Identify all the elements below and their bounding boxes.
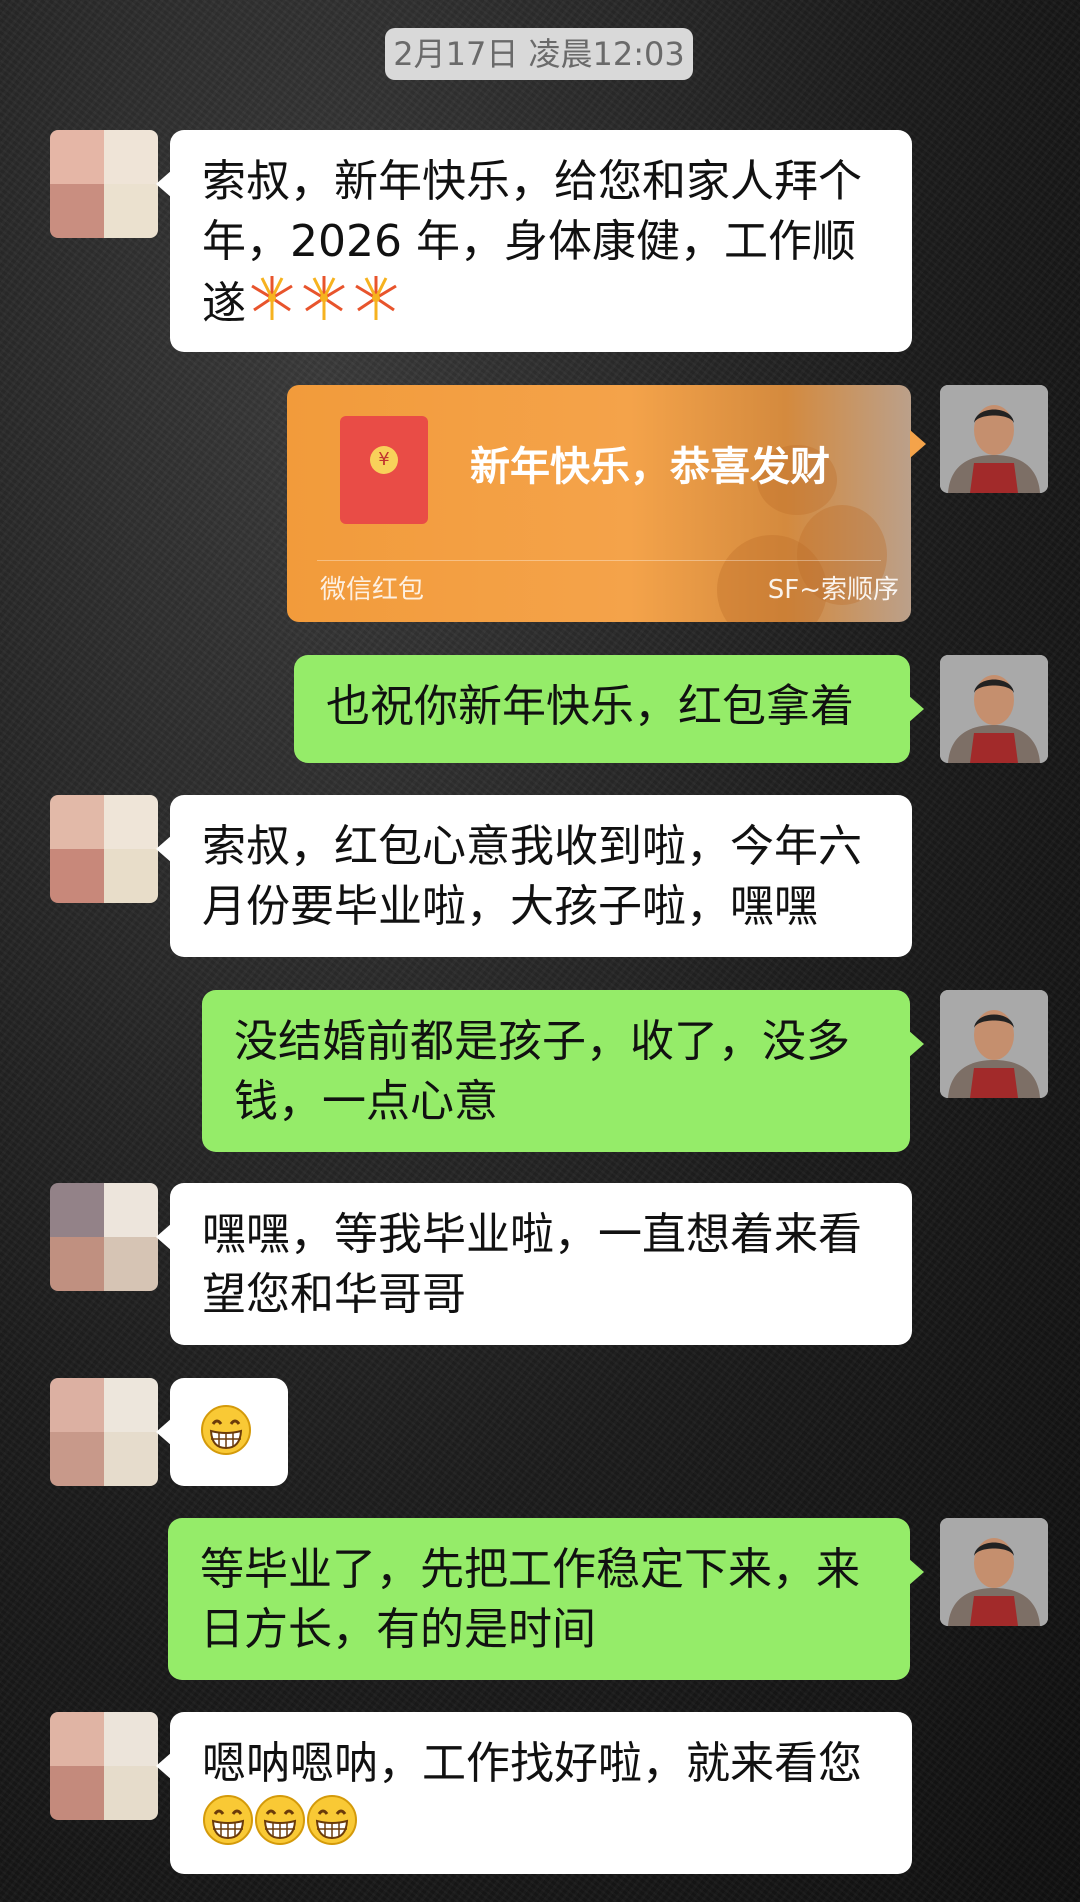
red-envelope-icon: ¥ bbox=[340, 416, 428, 524]
red-packet-divider bbox=[317, 560, 881, 561]
message-bubble-outgoing[interactable]: 等毕业了，先把工作稳定下来，来 日方长，有的是时间 bbox=[168, 1518, 924, 1680]
contact-avatar[interactable] bbox=[50, 130, 158, 238]
red-packet-title: 新年快乐，恭喜发财 bbox=[470, 444, 830, 490]
red-packet-sender: SF~索顺序 bbox=[767, 575, 899, 605]
grin-icon bbox=[203, 1795, 253, 1845]
avatar-photo bbox=[940, 990, 1048, 1098]
message-line: 索叔，红包心意我收到啦，今年六 bbox=[202, 821, 862, 872]
grin-icon bbox=[255, 1795, 305, 1845]
message-line: 望您和华哥哥 bbox=[202, 1269, 466, 1320]
message-bubble-incoming[interactable]: 索叔，红包心意我收到啦，今年六 月份要毕业啦，大孩子啦，嘿嘿 bbox=[156, 795, 912, 957]
fireworks-icon bbox=[251, 276, 293, 320]
message-line: 嗯呐嗯呐，工作找好啦，就来看您 bbox=[202, 1738, 862, 1789]
message-line: 等毕业了，先把工作稳定下来，来 bbox=[200, 1544, 860, 1595]
message-bubble-incoming[interactable]: 索叔，新年快乐，给您和家人拜个 年，2026 年，身体康健，工作顺 遂 bbox=[156, 130, 912, 352]
avatar-photo bbox=[940, 385, 1048, 493]
avatar-photo bbox=[940, 1518, 1048, 1626]
bubble-tail bbox=[910, 430, 926, 458]
yuan-coin-icon: ¥ bbox=[370, 446, 398, 474]
my-avatar[interactable] bbox=[940, 655, 1048, 763]
message-text: 也祝你新年快乐，红包拿着 bbox=[326, 681, 854, 732]
contact-avatar[interactable] bbox=[50, 1183, 158, 1291]
contact-avatar[interactable] bbox=[50, 795, 158, 903]
fireworks-icon bbox=[355, 276, 397, 320]
message-bubble-outgoing[interactable]: 也祝你新年快乐，红包拿着 bbox=[294, 655, 924, 763]
red-packet-label: 微信红包 bbox=[320, 575, 425, 605]
message-line: 日方长，有的是时间 bbox=[200, 1604, 596, 1655]
message-line: 钱，一点心意 bbox=[234, 1076, 498, 1127]
message-line: 月份要毕业啦，大孩子啦，嘿嘿 bbox=[202, 881, 818, 932]
contact-avatar[interactable] bbox=[50, 1378, 158, 1486]
grin-icon bbox=[307, 1795, 357, 1845]
my-avatar[interactable] bbox=[940, 385, 1048, 493]
contact-avatar[interactable] bbox=[50, 1712, 158, 1820]
message-bubble-incoming[interactable]: 嘿嘿，等我毕业啦，一直想着来看 望您和华哥哥 bbox=[156, 1183, 912, 1345]
message-line: 嘿嘿，等我毕业啦，一直想着来看 bbox=[202, 1209, 862, 1260]
message-timestamp: 2月17日 凌晨12:03 bbox=[385, 28, 693, 80]
message-line: 年，2026 年，身体康健，工作顺 bbox=[202, 216, 856, 267]
message-bubble-outgoing[interactable]: 没结婚前都是孩子，收了，没多 钱，一点心意 bbox=[202, 990, 924, 1152]
grin-icon bbox=[201, 1405, 251, 1455]
message-bubble-incoming[interactable]: 嗯呐嗯呐，工作找好啦，就来看您 bbox=[156, 1712, 912, 1874]
message-bubble-incoming[interactable] bbox=[156, 1378, 288, 1486]
my-avatar[interactable] bbox=[940, 1518, 1048, 1626]
my-avatar[interactable] bbox=[940, 990, 1048, 1098]
avatar-photo bbox=[940, 655, 1048, 763]
fireworks-icon bbox=[303, 276, 345, 320]
message-line: 没结婚前都是孩子，收了，没多 bbox=[234, 1016, 850, 1067]
message-line: 遂 bbox=[202, 278, 246, 329]
red-packet-card[interactable]: ¥ 新年快乐，恭喜发财 微信红包 SF~索顺序 bbox=[287, 385, 911, 622]
message-line: 索叔，新年快乐，给您和家人拜个 bbox=[202, 156, 862, 207]
